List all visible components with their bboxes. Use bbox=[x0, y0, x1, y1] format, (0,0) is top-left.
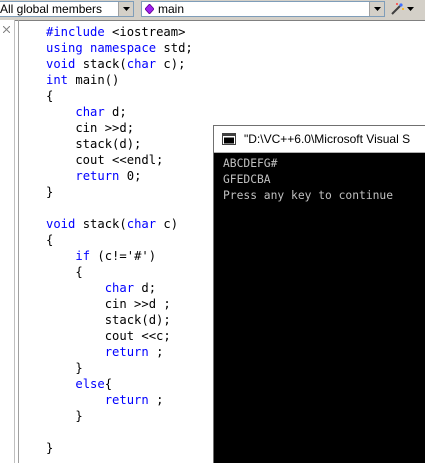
code-line[interactable]: } bbox=[46, 408, 193, 424]
code-line[interactable]: cin >>d; bbox=[46, 120, 193, 136]
code-line[interactable]: { bbox=[46, 264, 193, 280]
console-title-bar[interactable]: "D:\VC++6.0\Microsoft Visual S bbox=[214, 126, 425, 153]
code-line[interactable]: if (c!='#') bbox=[46, 248, 193, 264]
console-app-icon bbox=[222, 133, 236, 145]
console-output-line: Press any key to continue bbox=[223, 189, 394, 202]
code-line[interactable]: #include <iostream> bbox=[46, 24, 193, 40]
code-line[interactable]: cout <<endl; bbox=[46, 152, 193, 168]
code-line[interactable]: cout <<c; bbox=[46, 328, 193, 344]
collapse-marker-icon bbox=[3, 26, 10, 33]
chevron-down-icon[interactable] bbox=[118, 2, 133, 16]
code-line[interactable]: void stack(char c) bbox=[46, 216, 193, 232]
code-line[interactable]: char d; bbox=[46, 280, 193, 296]
code-line[interactable]: } bbox=[46, 440, 193, 456]
code-line[interactable]: int main() bbox=[46, 72, 193, 88]
gutter-separator bbox=[18, 20, 19, 463]
code-line[interactable]: stack(d); bbox=[46, 312, 193, 328]
code-editor[interactable]: #include <iostream> using namespace std; v… bbox=[46, 24, 193, 456]
console-window[interactable]: "D:\VC++6.0\Microsoft Visual S ABCDEFG# G… bbox=[213, 125, 425, 463]
code-line[interactable]: else{ bbox=[46, 376, 193, 392]
code-line[interactable]: return 0; bbox=[46, 168, 193, 184]
wizard-actions-button[interactable] bbox=[389, 1, 423, 17]
code-line[interactable]: { bbox=[46, 88, 193, 104]
code-line[interactable]: return ; bbox=[46, 392, 193, 408]
code-line[interactable]: { bbox=[46, 232, 193, 248]
scope-combo-value: All global members bbox=[0, 2, 103, 16]
console-output: ABCDEFG# GFEDCBA Press any key to continue bbox=[223, 156, 393, 204]
function-member-icon bbox=[145, 4, 154, 14]
code-line[interactable] bbox=[46, 200, 193, 216]
editor-gutter bbox=[0, 20, 15, 463]
console-output-line: ABCDEFG# bbox=[223, 157, 278, 170]
member-combo-value: main bbox=[158, 2, 185, 16]
code-line[interactable]: } bbox=[46, 360, 193, 376]
console-title: "D:\VC++6.0\Microsoft Visual S bbox=[244, 132, 411, 146]
code-line[interactable] bbox=[46, 424, 193, 440]
member-combo[interactable]: main bbox=[141, 1, 385, 17]
code-line[interactable]: } bbox=[46, 184, 193, 200]
code-line[interactable]: return ; bbox=[46, 344, 193, 360]
code-line[interactable]: void stack(char c); bbox=[46, 56, 193, 72]
code-line[interactable]: stack(d); bbox=[46, 136, 193, 152]
console-output-line: GFEDCBA bbox=[223, 173, 271, 186]
chevron-down-icon bbox=[407, 7, 414, 11]
magic-wand-icon bbox=[391, 3, 404, 15]
code-line[interactable]: cin >>d ; bbox=[46, 296, 193, 312]
chevron-down-icon[interactable] bbox=[369, 2, 384, 16]
code-line[interactable]: char d; bbox=[46, 104, 193, 120]
code-line[interactable]: using namespace std; bbox=[46, 40, 193, 56]
wizard-bar: All global members main bbox=[0, 0, 425, 21]
scope-combo[interactable]: All global members bbox=[0, 1, 134, 17]
